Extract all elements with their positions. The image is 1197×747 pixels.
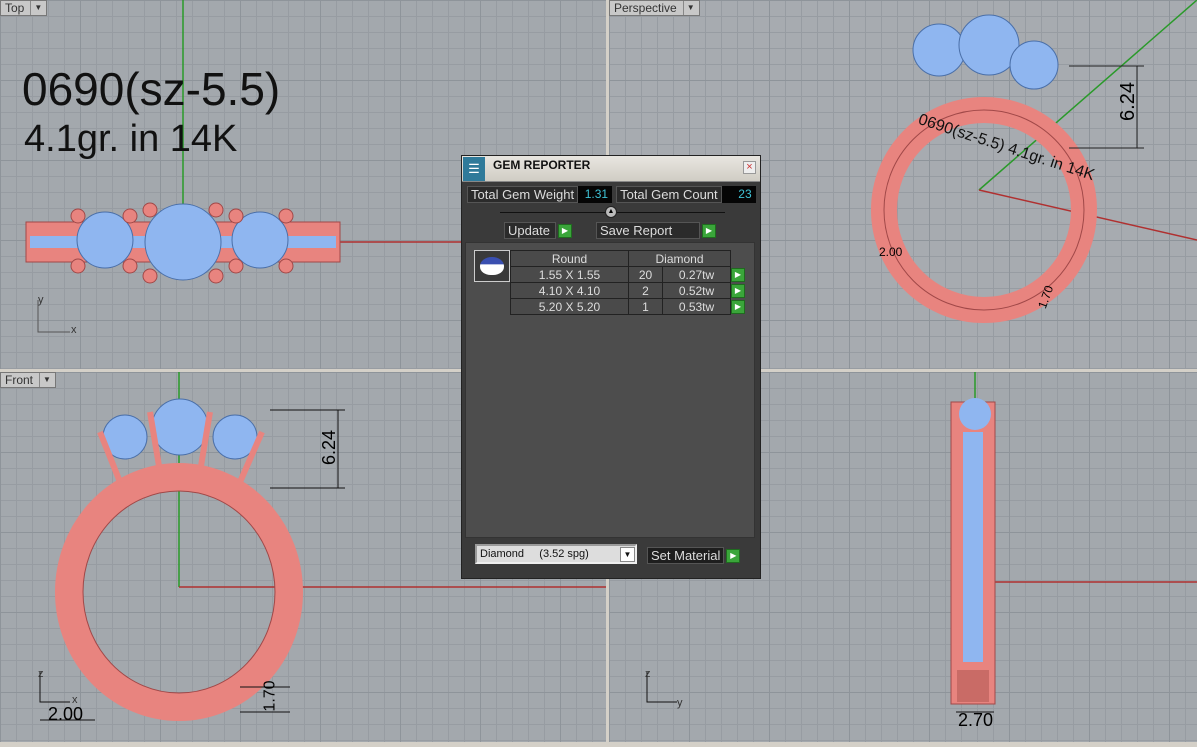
gem-list: Round Diamond 1.55 X 1.55 20 0.27tw ▶ 4.10 X… <box>465 242 755 538</box>
table-row: 1.55 X 1.55 20 0.27tw ▶ <box>510 266 746 283</box>
gem-thumbnail[interactable] <box>474 250 510 282</box>
table-row: 5.20 X 5.20 1 0.53tw ▶ <box>510 298 746 315</box>
save-report-label: Save Report <box>596 222 700 239</box>
viewport-title: Front <box>5 373 34 387</box>
viewport-label-front[interactable]: Front ▼ <box>0 372 56 388</box>
set-material-label: Set Material <box>647 547 725 564</box>
total-count-value: 23 <box>721 186 756 203</box>
gem-weight: 0.52tw <box>662 282 731 299</box>
gem-size: 5.20 X 5.20 <box>510 298 629 315</box>
dim-thickness: 1.70 <box>261 680 279 712</box>
dim-width: 2.00 <box>879 245 903 259</box>
gem-weight: 0.53tw <box>662 298 731 315</box>
chevron-down-icon[interactable]: ▼ <box>682 1 695 15</box>
save-report-button[interactable]: Save Report ▶ <box>596 222 716 239</box>
viewport-label-perspective[interactable]: Perspective ▼ <box>609 0 700 16</box>
dim-width: 2.00 <box>48 704 84 724</box>
total-weight-value: 1.31 <box>578 186 613 203</box>
shape-header: Round <box>510 250 629 267</box>
material-select-value: Diamond (3.52 spg) <box>480 548 589 560</box>
axis-x-label: x <box>71 324 77 336</box>
panel-titlebar[interactable]: ☰ GEM REPORTER × <box>462 156 760 182</box>
center-gem <box>144 203 222 281</box>
viewport-title: Top <box>5 1 25 15</box>
gem-count: 2 <box>628 282 663 299</box>
annotation-model: 0690(sz-5.5) <box>22 63 281 115</box>
gem-count: 20 <box>628 266 663 283</box>
viewport-label-top[interactable]: Top ▼ <box>0 0 48 16</box>
set-material-button[interactable]: Set Material ▶ <box>647 547 741 564</box>
play-icon: ▶ <box>726 548 741 563</box>
chevron-down-icon[interactable]: ▼ <box>39 373 51 387</box>
select-row-button[interactable]: ▶ <box>731 283 745 298</box>
gem-size: 4.10 X 4.10 <box>510 282 629 299</box>
chevron-down-icon[interactable]: ▼ <box>620 546 635 562</box>
dim-width: 2.70 <box>958 710 994 730</box>
axis-x-label: x <box>72 694 78 706</box>
play-icon: ▶ <box>558 223 572 238</box>
gem-reporter-icon: ☰ <box>463 156 485 181</box>
round-gem-icon <box>480 257 504 275</box>
gem-reporter-panel: ☰ GEM REPORTER × Total Gem Weight 1.31 T… <box>461 155 761 579</box>
panel-title: GEM REPORTER <box>493 157 591 172</box>
annotation-weight: 4.1gr. in 14K <box>24 118 238 160</box>
material-select[interactable]: Diamond (3.52 spg) ▼ <box>475 544 637 564</box>
gem-weight: 0.27tw <box>662 266 731 283</box>
collapse-toggle[interactable]: ▲ <box>605 206 617 218</box>
axis-y-label: y <box>677 697 683 709</box>
gem-count: 1 <box>628 298 663 315</box>
axis-y-label: y <box>38 294 44 306</box>
total-weight-label: Total Gem Weight <box>467 186 579 203</box>
update-button[interactable]: Update ▶ <box>504 222 572 239</box>
gem-table: Round Diamond 1.55 X 1.55 20 0.27tw ▶ 4.10 X… <box>510 250 746 315</box>
update-label: Update <box>504 222 556 239</box>
table-row: 4.10 X 4.10 2 0.52tw ▶ <box>510 282 746 299</box>
play-icon: ▶ <box>702 223 716 238</box>
select-row-button[interactable]: ▶ <box>731 299 745 314</box>
axis-z-label: z <box>645 668 651 680</box>
close-icon[interactable]: × <box>743 161 756 174</box>
dim-height: 6.24 <box>319 429 340 466</box>
select-row-button[interactable]: ▶ <box>731 267 745 282</box>
chevron-down-icon[interactable]: ▼ <box>30 1 42 15</box>
total-count-label: Total Gem Count <box>616 186 722 203</box>
dim-height: 6.24 <box>1116 82 1139 121</box>
material-header: Diamond <box>628 250 731 267</box>
viewport-title: Perspective <box>614 1 677 15</box>
axis-z-label: z <box>38 668 44 680</box>
gem-size: 1.55 X 1.55 <box>510 266 629 283</box>
